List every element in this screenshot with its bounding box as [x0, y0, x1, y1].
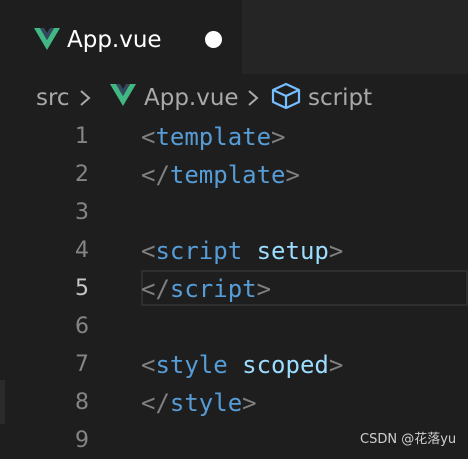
- tag-name: script: [155, 237, 243, 265]
- line-number: 7: [75, 352, 89, 377]
- punctuation: >: [256, 275, 272, 303]
- tag-name: style: [169, 389, 243, 417]
- code-line[interactable]: 7 <style scoped>: [0, 346, 468, 384]
- tag-name: style: [155, 351, 228, 379]
- gutter-mark: [0, 380, 5, 424]
- punctuation: >: [285, 161, 300, 189]
- vue-icon: [34, 28, 60, 50]
- breadcrumb-item-src[interactable]: src: [36, 82, 70, 114]
- tag-name: template: [155, 123, 272, 151]
- attribute: setup: [242, 237, 329, 265]
- breadcrumb-item-app-vue[interactable]: App.vue: [144, 82, 239, 114]
- punctuation: <: [141, 351, 156, 379]
- code-line[interactable]: 1 <template>: [0, 118, 468, 156]
- symbol-cube-icon: [271, 82, 301, 110]
- code-text: <script setup>: [141, 232, 343, 270]
- line-number: 3: [75, 200, 89, 225]
- code-editor[interactable]: 1 <template> 2 </template> 3 4 <script s…: [0, 122, 468, 459]
- punctuation: </: [141, 275, 170, 303]
- tab-bar: App.vue: [0, 0, 468, 74]
- vue-icon: [110, 84, 136, 106]
- code-line[interactable]: 6: [0, 308, 468, 346]
- attribute: scoped: [227, 351, 329, 379]
- unsaved-dot-icon[interactable]: [205, 31, 222, 48]
- punctuation: <: [141, 123, 156, 151]
- line-number: 1: [75, 124, 89, 149]
- tag-name: script: [169, 275, 257, 303]
- code-line[interactable]: 8 </style>: [0, 384, 468, 422]
- chevron-right-icon: [80, 90, 91, 106]
- tag-name: template: [169, 161, 286, 189]
- chevron-right-icon: [248, 90, 259, 106]
- punctuation: </: [141, 161, 170, 189]
- code-line[interactable]: 2 </template>: [0, 156, 468, 194]
- code-text: <style scoped>: [141, 346, 343, 384]
- line-number-active: 5: [75, 276, 89, 301]
- punctuation: >: [328, 351, 344, 379]
- code-text: </style>: [141, 384, 257, 422]
- punctuation: >: [271, 123, 286, 151]
- watermark: CSDN @花落yu: [360, 432, 457, 447]
- punctuation: >: [328, 237, 344, 265]
- line-number: 9: [75, 428, 89, 453]
- code-text: <template>: [141, 118, 286, 156]
- breadcrumb: src App.vue script: [0, 74, 468, 122]
- punctuation: <: [141, 237, 156, 265]
- punctuation: >: [242, 389, 257, 417]
- code-line-current[interactable]: 5 </script>: [0, 270, 468, 308]
- punctuation: </: [141, 389, 170, 417]
- line-number: 2: [75, 162, 89, 187]
- code-text: </template>: [141, 156, 300, 194]
- line-number: 8: [75, 390, 89, 415]
- line-number: 6: [75, 314, 89, 339]
- line-number: 4: [75, 238, 89, 263]
- breadcrumb-item-script[interactable]: script: [308, 82, 372, 114]
- tab-app-vue[interactable]: App.vue: [0, 0, 242, 74]
- tab-title: App.vue: [67, 27, 162, 53]
- code-text: </script>: [141, 270, 271, 308]
- code-line[interactable]: 4 <script setup>: [0, 232, 468, 270]
- code-line[interactable]: 3: [0, 194, 468, 232]
